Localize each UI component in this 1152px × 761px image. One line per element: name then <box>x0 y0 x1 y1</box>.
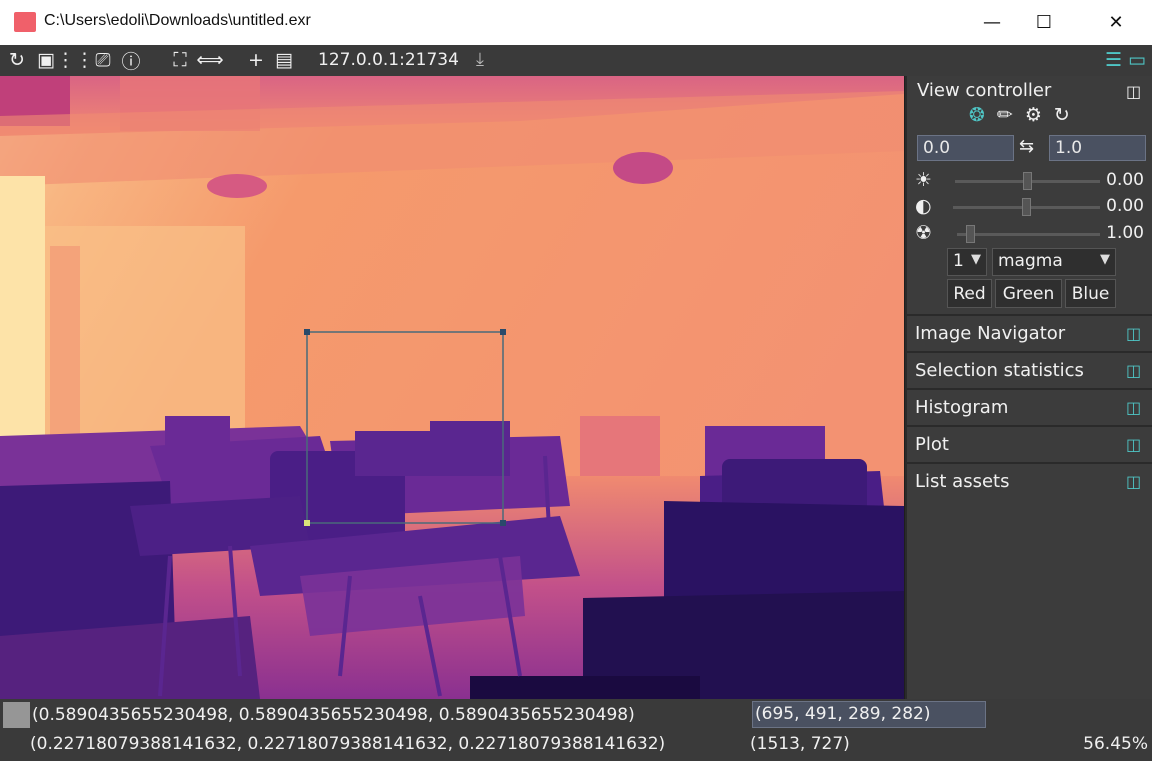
brightness-icon: ☀ <box>915 169 933 191</box>
brush-icon[interactable]: ✏ <box>997 104 1013 126</box>
aperture-icon[interactable]: ❂ <box>969 104 985 126</box>
gamma-icon: ☢ <box>915 222 933 244</box>
brightness-value: 0.00 <box>1106 170 1144 190</box>
toolbar: ↻ ▣ ⋮⋮ ⎚ ⓘ ⛶ ⟺ + ▤ 127.0.0.1:21734 ⤓ ☰ ▭ <box>0 45 1152 76</box>
window-title: C:\Users\edoli\Downloads\untitled.exr <box>44 12 311 29</box>
channel-button-blue[interactable]: Blue <box>1065 279 1116 308</box>
add-icon[interactable]: + <box>245 48 267 72</box>
contrast-icon: ◐ <box>915 195 932 217</box>
brightness-slider[interactable]: ☀ 0.00 <box>915 169 1150 193</box>
sliders-icon[interactable]: ☰ <box>1105 49 1122 71</box>
cursor-position: (1513, 727) <box>750 734 850 754</box>
tray-icon[interactable]: ◫ <box>1126 472 1146 491</box>
clipboard-icon[interactable]: ⎚ <box>92 48 114 72</box>
fullscreen-icon[interactable]: ⛶ <box>168 48 192 72</box>
side-panel: View controller ◫ ❂ ✏ ⚙ ↻ 0.0 ⇆ 1.0 ☀ 0.… <box>905 76 1152 699</box>
maximize-button[interactable]: ☐ <box>1021 0 1067 45</box>
info-icon[interactable]: ⓘ <box>120 48 142 73</box>
monitor-icon[interactable]: ▭ <box>1128 49 1146 71</box>
refresh-icon[interactable]: ↻ <box>6 48 28 72</box>
section-plot[interactable]: Plot ◫ <box>907 425 1152 462</box>
channel-select[interactable]: 1 ▼ <box>947 248 987 276</box>
section-list-assets[interactable]: List assets ◫ <box>907 462 1152 499</box>
grid-icon[interactable]: ⋮⋮ <box>56 48 94 72</box>
toggle-icon[interactable]: ⚙ <box>1025 104 1042 126</box>
chevron-down-icon: ▼ <box>971 252 981 267</box>
channel-button-red[interactable]: Red <box>947 279 992 308</box>
section-image-navigator[interactable]: Image Navigator ◫ <box>907 314 1152 351</box>
image-viewer[interactable] <box>0 76 904 699</box>
chevron-down-icon: ▼ <box>1100 252 1110 267</box>
pixel-value-secondary: (0.22718079388141632, 0.2271807938814163… <box>30 734 666 754</box>
zoom-level: 56.45% <box>1083 734 1148 754</box>
tray-icon[interactable]: ◫ <box>1126 82 1146 101</box>
tray-icon[interactable]: ◫ <box>1126 398 1146 417</box>
view-controller-title: View controller <box>917 80 1052 101</box>
roi-input[interactable]: (695, 491, 289, 282) <box>752 701 986 728</box>
minimize-icon: — <box>983 12 1001 33</box>
calendar-icon[interactable]: ▣ <box>35 48 57 72</box>
close-button[interactable]: ✕ <box>1093 0 1139 45</box>
gamma-value: 1.00 <box>1106 223 1144 243</box>
contrast-value: 0.00 <box>1106 196 1144 216</box>
download-icon[interactable]: ⤓ <box>476 49 484 70</box>
section-histogram[interactable]: Histogram ◫ <box>907 388 1152 425</box>
exit-fullscreen-icon[interactable]: ⟺ <box>196 48 223 72</box>
max-value-input[interactable]: 1.0 <box>1049 135 1146 161</box>
section-selection-statistics[interactable]: Selection statistics ◫ <box>907 351 1152 388</box>
min-value-input[interactable]: 0.0 <box>917 135 1014 161</box>
server-address: 127.0.0.1:21734 <box>318 50 459 70</box>
title-bar: C:\Users\edoli\Downloads\untitled.exr — … <box>0 0 1152 45</box>
maximize-icon: ☐ <box>1035 12 1053 33</box>
sync-icon[interactable]: ↻ <box>1054 104 1070 126</box>
minimize-button[interactable]: — <box>969 0 1015 45</box>
app-icon <box>14 12 36 32</box>
tray-icon[interactable]: ◫ <box>1126 324 1146 343</box>
tray-icon[interactable]: ◫ <box>1126 361 1146 380</box>
gallery-icon[interactable]: ▤ <box>272 48 296 72</box>
tray-icon[interactable]: ◫ <box>1126 435 1146 454</box>
swap-icon[interactable]: ⇆ <box>1019 136 1034 157</box>
contrast-slider[interactable]: ◐ 0.00 <box>915 195 1150 219</box>
gamma-slider[interactable]: ☢ 1.00 <box>915 222 1150 246</box>
pixel-color-swatch <box>3 702 30 728</box>
status-bar: (0.5890435655230498, 0.5890435655230498,… <box>0 699 1152 761</box>
colormap-select[interactable]: magma ▼ <box>992 248 1116 276</box>
channel-button-green[interactable]: Green <box>995 279 1062 308</box>
pixel-value-primary: (0.5890435655230498, 0.5890435655230498,… <box>32 705 635 725</box>
close-icon: ✕ <box>1108 12 1124 33</box>
depth-image <box>0 76 904 699</box>
